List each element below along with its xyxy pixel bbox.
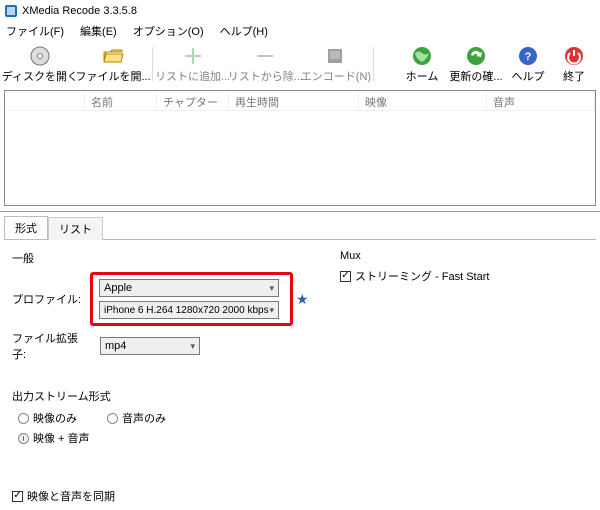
exit-button[interactable]: 終了 [552,42,596,86]
disc-icon [29,45,51,67]
col-audio[interactable]: 音声 [487,91,595,111]
sync-checkbox-row: 映像と音声を同期 [12,488,332,504]
radio-video-only[interactable]: 映像のみ [18,410,77,426]
minus-icon [254,45,276,67]
app-icon [4,4,18,18]
favorite-star-icon[interactable]: ★ [296,291,309,308]
sync-checkbox[interactable] [12,491,23,502]
globe-icon [411,45,433,67]
refresh-icon [465,45,487,67]
open-file-button[interactable]: ファイルを開... [78,42,149,86]
profile-label: プロファイル: [12,291,90,307]
folder-open-icon [102,45,124,67]
help-icon: ? [517,45,539,67]
help-button[interactable]: ? ヘルプ [506,42,550,86]
window-title: XMedia Recode 3.3.5.8 [22,5,137,17]
file-list-grid[interactable]: 名前 チャプター 再生時間 映像 音声 [4,90,596,206]
add-list-button[interactable]: リストに追加... [157,42,228,86]
update-button[interactable]: 更新の確... [448,42,504,86]
streaming-checkbox[interactable] [340,271,351,282]
encode-icon [325,45,347,67]
power-icon [563,45,585,67]
tab-list[interactable]: リスト [48,217,103,240]
home-button[interactable]: ホーム [398,42,446,86]
radio-video-audio[interactable]: 映像 + 音声 [18,430,90,446]
col-name[interactable]: 名前 [85,91,157,111]
menu-option[interactable]: オプション(O) [129,22,208,40]
group-output-stream: 出力ストリーム形式 映像のみ 音声のみ 映像 + 音声 [12,384,332,458]
remove-list-button[interactable]: リストから除... [230,42,301,86]
menu-help[interactable]: ヘルプ(H) [216,22,272,40]
col-video[interactable]: 映像 [359,91,487,111]
chevron-down-icon: ▾ [269,305,274,316]
profile-select[interactable]: Apple▾ [99,279,279,297]
menu-file[interactable]: ファイル(F) [2,22,68,40]
radio-audio-only[interactable]: 音声のみ [107,410,166,426]
chevron-down-icon: ▾ [190,341,195,352]
profile-detail-select[interactable]: iPhone 6 H.264 1280x720 2000 kbps▾ [99,301,279,319]
ext-label: ファイル拡張子: [12,330,90,362]
group-general: 一般 プロファイル: Apple▾ iPhone 6 H.264 1280x72… [12,246,332,374]
plus-icon [182,45,204,67]
group-mux: Mux ストリーミング - Fast Start [340,246,588,292]
menu-edit[interactable]: 編集(E) [76,22,121,40]
svg-text:?: ? [525,51,532,63]
profile-highlight-box: Apple▾ iPhone 6 H.264 1280x720 2000 kbps… [90,272,293,326]
col-chapter[interactable]: チャプター [157,91,229,111]
encode-button[interactable]: エンコード(N) [303,42,369,86]
open-disc-button[interactable]: ディスクを開く [4,42,76,86]
ext-select[interactable]: mp4▾ [100,337,200,355]
tab-format[interactable]: 形式 [4,216,48,239]
col-playtime[interactable]: 再生時間 [229,91,359,111]
chevron-down-icon: ▾ [269,283,274,294]
